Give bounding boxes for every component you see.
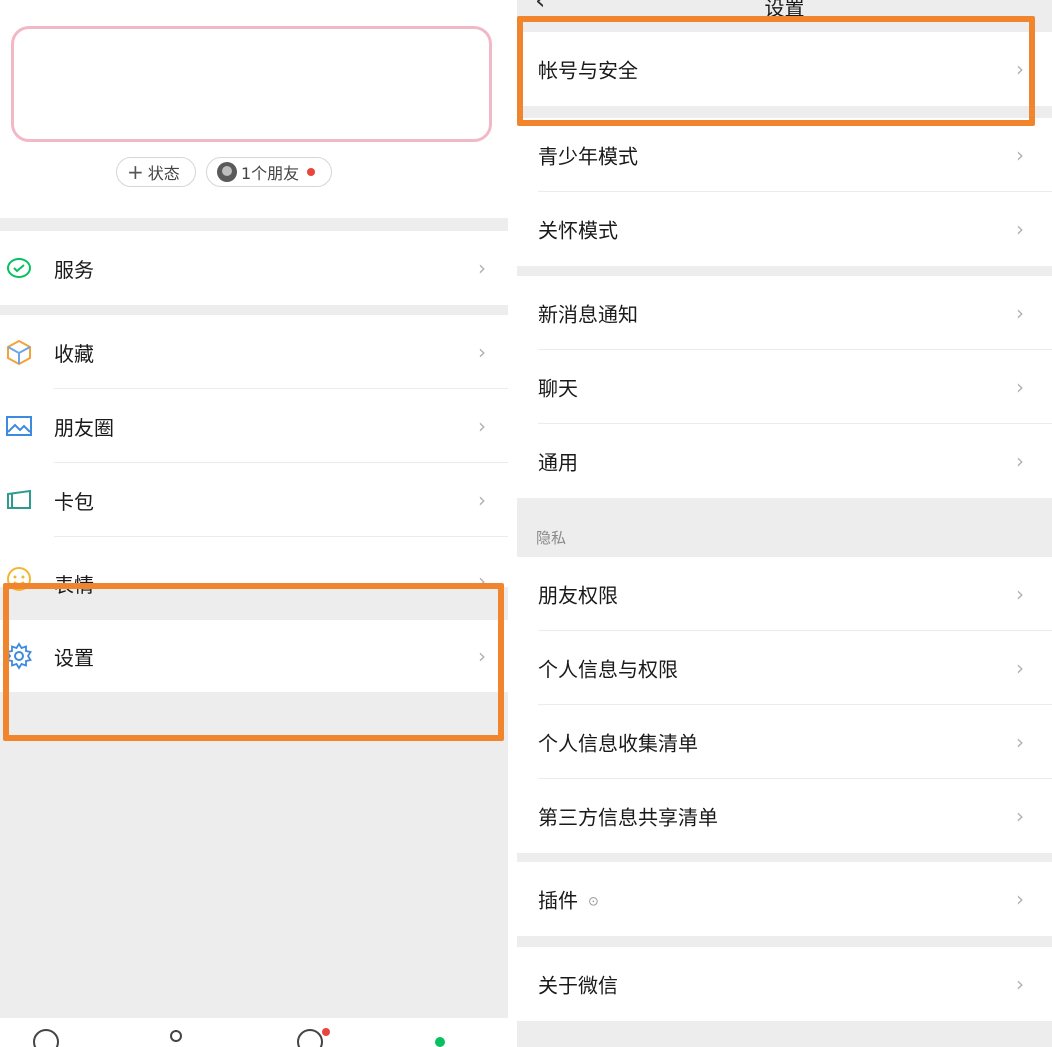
- contacts-tab-icon: [170, 1030, 182, 1042]
- settings-item-info-collection-list[interactable]: 个人信息收集清单 ›: [517, 705, 1052, 779]
- settings-item-account-security[interactable]: 帐号与安全 ›: [517, 32, 1052, 106]
- settings-item-friend-permissions[interactable]: 朋友权限 ›: [517, 557, 1052, 631]
- chevron-right-icon: ›: [1016, 375, 1024, 399]
- settings-header: ‹ 设置: [517, 0, 1052, 22]
- settings-group-account: 帐号与安全 ›: [517, 32, 1052, 106]
- page-title: 设置: [764, 0, 805, 20]
- menu-item-label: 卡包: [54, 489, 94, 514]
- menu-item-favorites[interactable]: 收藏 ›: [0, 315, 508, 389]
- chevron-right-icon: ›: [1016, 449, 1024, 473]
- section-label-privacy: 隐私: [536, 529, 567, 547]
- settings-group-privacy: 朋友权限 › 个人信息与权限 › 个人信息收集清单 › 第三方信息共享清单 ›: [517, 557, 1052, 853]
- menu-item-stickers[interactable]: 表情 ›: [0, 537, 508, 597]
- settings-item-label: 帐号与安全: [538, 58, 638, 83]
- moments-icon: [5, 412, 33, 440]
- settings-item-label: 个人信息与权限: [538, 657, 678, 682]
- chevron-right-icon: ›: [478, 488, 486, 512]
- settings-item-notifications[interactable]: 新消息通知 ›: [517, 276, 1052, 350]
- menu-item-label: 表情: [54, 573, 94, 597]
- chevron-right-icon: ›: [1016, 582, 1024, 606]
- settings-item-general[interactable]: 通用 ›: [517, 424, 1052, 498]
- discover-tab-icon: [297, 1029, 323, 1047]
- profile-area: + 状态 1个朋友: [0, 0, 508, 218]
- menu-item-label: 朋友圈: [54, 415, 114, 440]
- status-chip-label: 状态: [147, 164, 180, 183]
- settings-item-label: 关于微信: [538, 973, 618, 998]
- settings-item-label: 关怀模式: [538, 218, 618, 243]
- chevron-right-icon: ›: [478, 569, 486, 593]
- settings-item-teen-mode[interactable]: 青少年模式 ›: [517, 118, 1052, 192]
- settings-item-label: 个人信息收集清单: [538, 731, 698, 756]
- settings-item-label: 朋友权限: [538, 583, 618, 608]
- chevron-right-icon: ›: [478, 256, 486, 280]
- settings-group-modes: 青少年模式 › 关怀模式 ›: [517, 118, 1052, 266]
- chevron-right-icon: ›: [478, 414, 486, 438]
- menu-item-services[interactable]: 服务 ›: [0, 231, 508, 305]
- chevron-right-icon: ›: [1016, 972, 1024, 996]
- menu-item-moments[interactable]: 朋友圈 ›: [0, 389, 508, 463]
- chevron-right-icon: ›: [1016, 656, 1024, 680]
- chevron-right-icon: ›: [478, 340, 486, 364]
- menu-group-main: 收藏 › 朋友圈 › 卡包 › 表情 ›: [0, 315, 508, 597]
- sticker-icon: [5, 565, 33, 593]
- settings-item-third-party-sharing-list[interactable]: 第三方信息共享清单 ›: [517, 779, 1052, 853]
- settings-group-about: 关于微信 ›: [517, 947, 1052, 1021]
- chevron-right-icon: ›: [1016, 730, 1024, 754]
- friends-chip[interactable]: 1个朋友: [206, 157, 332, 187]
- menu-item-label: 收藏: [54, 341, 94, 366]
- menu-item-label: 设置: [54, 645, 94, 670]
- settings-page-panel: ‹ 设置 帐号与安全 › 青少年模式 › 关怀模式 › 新消息通知 › 聊天 ›: [517, 0, 1052, 1047]
- services-icon: [5, 254, 33, 282]
- settings-item-about-wechat[interactable]: 关于微信 ›: [517, 947, 1052, 1021]
- profile-card[interactable]: [11, 26, 492, 142]
- avatar: [217, 162, 237, 182]
- unread-dot: [307, 168, 316, 176]
- gear-icon: [5, 642, 33, 670]
- settings-group-general: 新消息通知 › 聊天 › 通用 ›: [517, 276, 1052, 498]
- settings-item-label: 通用: [538, 450, 578, 475]
- plugin-badge-icon: ⊙: [588, 894, 599, 910]
- menu-item-label: 服务: [54, 257, 94, 282]
- friends-chip-label: 1个朋友: [241, 164, 300, 183]
- favorites-icon: [5, 338, 33, 366]
- me-page-panel: + 状态 1个朋友 服务 › 收藏 › 朋友圈 › 卡包 › 表情 › 设置 ›: [0, 0, 508, 1047]
- discover-badge-icon: [322, 1028, 330, 1036]
- bottom-tab-bar: [0, 1018, 508, 1047]
- settings-group-plugins: 插件 ⊙ ›: [517, 862, 1052, 936]
- settings-item-care-mode[interactable]: 关怀模式 ›: [517, 192, 1052, 266]
- chevron-right-icon: ›: [1016, 143, 1024, 167]
- chevron-right-icon: ›: [1016, 887, 1024, 911]
- menu-item-settings[interactable]: 设置 ›: [0, 620, 508, 692]
- settings-item-label: 插件 ⊙: [538, 885, 599, 914]
- chats-tab-icon: [33, 1029, 59, 1047]
- chevron-right-icon: ›: [1016, 301, 1024, 325]
- cards-icon: [5, 486, 33, 514]
- chevron-right-icon: ›: [1016, 217, 1024, 241]
- settings-item-plugins[interactable]: 插件 ⊙ ›: [517, 862, 1052, 936]
- settings-item-label-text: 插件: [538, 888, 578, 913]
- chevron-right-icon: ›: [1016, 57, 1024, 81]
- settings-item-personal-info-permissions[interactable]: 个人信息与权限 ›: [517, 631, 1052, 705]
- settings-item-chat[interactable]: 聊天 ›: [517, 350, 1052, 424]
- status-chip[interactable]: + 状态: [116, 157, 196, 187]
- me-tab-icon: [435, 1037, 445, 1047]
- chevron-right-icon: ›: [1016, 804, 1024, 828]
- settings-item-label: 聊天: [538, 376, 578, 401]
- menu-group-services: 服务 ›: [0, 231, 508, 305]
- menu-item-cards[interactable]: 卡包 ›: [0, 463, 508, 537]
- menu-group-settings: 设置 ›: [0, 620, 508, 692]
- chevron-right-icon: ›: [478, 644, 486, 668]
- settings-item-label: 青少年模式: [538, 144, 638, 169]
- settings-item-label: 第三方信息共享清单: [538, 805, 718, 830]
- plus-icon: +: [127, 160, 144, 184]
- settings-item-label: 新消息通知: [538, 302, 638, 327]
